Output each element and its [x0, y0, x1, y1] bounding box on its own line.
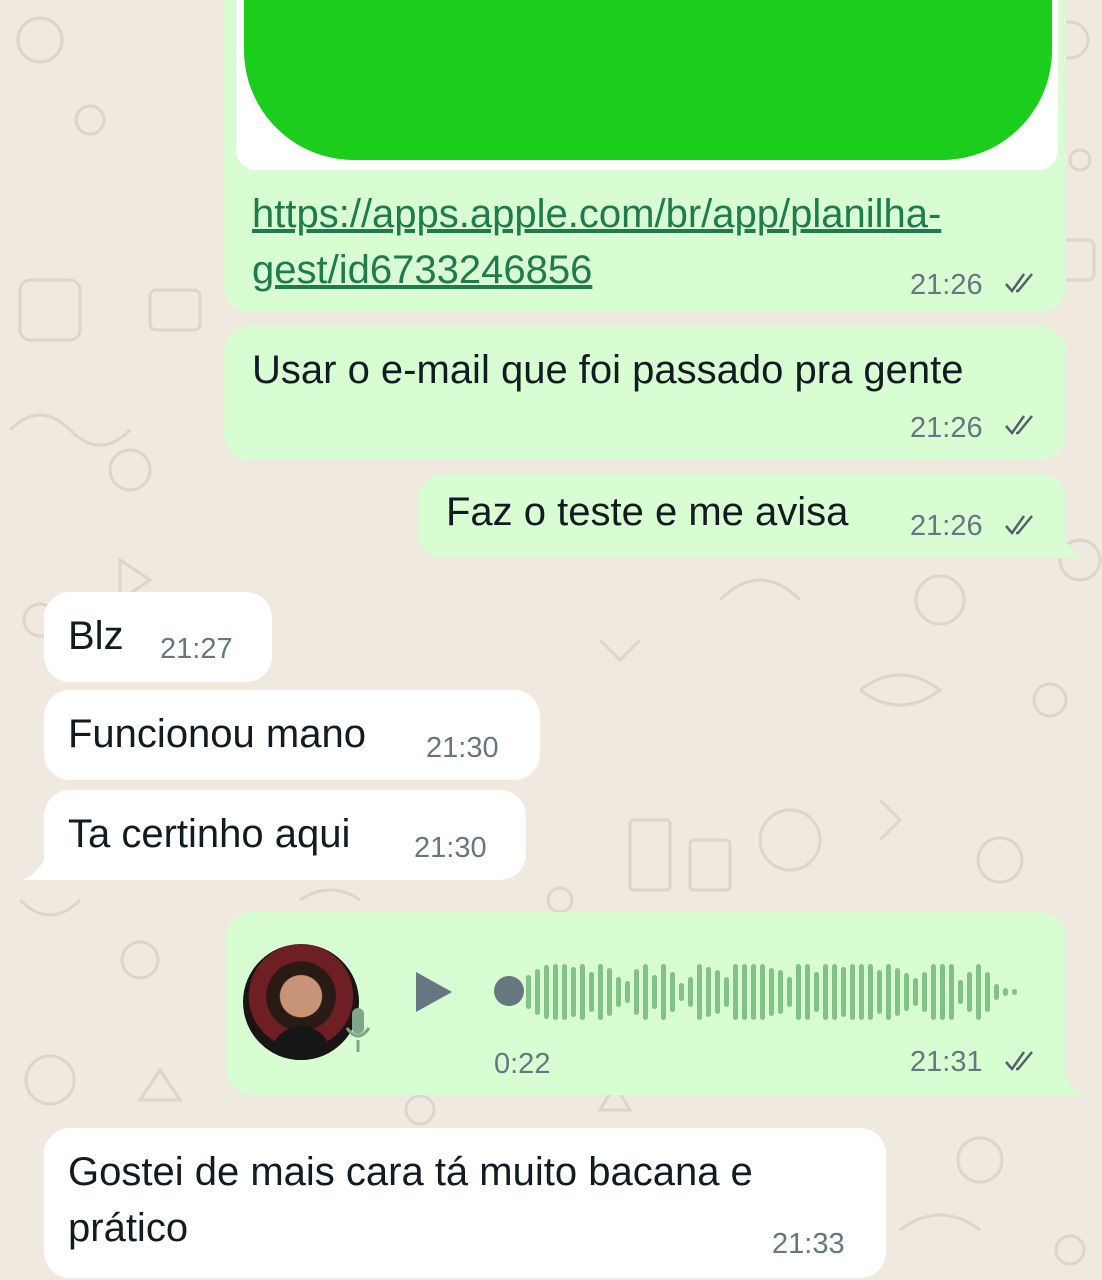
waveform-bar	[742, 964, 747, 1020]
waveform-bar	[706, 967, 711, 1017]
waveform-bar	[805, 964, 810, 1020]
message-text: Faz o teste e me avisa	[446, 490, 849, 534]
waveform-bar	[931, 964, 936, 1020]
waveform-bar	[724, 977, 729, 1007]
waveform-bar	[769, 968, 774, 1016]
waveform-bar	[670, 972, 675, 1012]
message-time: 21:30	[426, 732, 499, 764]
waveform-bar	[877, 970, 882, 1014]
bubble-tail	[22, 856, 46, 880]
waveform-bar	[940, 964, 945, 1020]
waveform-bar	[913, 978, 918, 1006]
incoming-text-message[interactable]: Blz 21:27	[44, 592, 272, 682]
waveform-bar	[715, 970, 720, 1014]
waveform-bar	[841, 967, 846, 1017]
waveform-bar	[697, 964, 702, 1020]
microphone-icon	[345, 1008, 371, 1052]
waveform-bar	[526, 975, 531, 1009]
waveform-bar	[661, 964, 666, 1020]
message-text: Funcionou mano	[68, 712, 366, 756]
waveform-bar	[652, 975, 657, 1009]
waveform-bar	[868, 964, 873, 1020]
waveform-bar	[544, 965, 549, 1019]
waveform-bar	[850, 964, 855, 1020]
app-store-link[interactable]: https://apps.apple.com/br/app/planilha-	[252, 186, 941, 242]
waveform-bar	[823, 964, 828, 1020]
waveform-bar	[904, 973, 909, 1011]
app-store-link-continued[interactable]: gest/id6733246856	[252, 242, 592, 298]
play-icon[interactable]	[414, 970, 454, 1014]
waveform-bar	[535, 969, 540, 1015]
waveform-bar	[832, 964, 837, 1020]
waveform-bar	[733, 964, 738, 1020]
double-check-icon	[1005, 515, 1033, 536]
waveform-bar	[976, 964, 981, 1020]
outgoing-voice-message[interactable]: 0:22 21:31	[226, 912, 1066, 1095]
outgoing-text-message[interactable]: Faz o teste e me avisa 21:26	[418, 474, 1066, 558]
double-check-icon	[1005, 1051, 1033, 1072]
waveform-bar	[895, 968, 900, 1016]
double-check-icon	[1005, 273, 1033, 294]
message-time: 21:33	[772, 1228, 845, 1260]
incoming-text-message[interactable]: Gostei de mais cara tá muito bacana e pr…	[44, 1128, 886, 1278]
audio-progress-dot[interactable]	[494, 976, 524, 1006]
audio-waveform[interactable]	[526, 954, 1026, 1030]
waveform-bar	[1003, 988, 1008, 996]
waveform-bar	[607, 968, 612, 1016]
double-check-icon	[1005, 415, 1033, 436]
waveform-bar	[985, 972, 990, 1012]
waveform-bar	[616, 977, 621, 1007]
waveform-bar	[949, 964, 954, 1020]
waveform-bar	[553, 964, 558, 1020]
waveform-bar	[886, 964, 891, 1020]
incoming-text-message[interactable]: Funcionou mano 21:30	[44, 690, 540, 780]
message-time: 21:27	[160, 633, 233, 665]
waveform-bar	[967, 972, 972, 1012]
waveform-bar	[643, 964, 648, 1020]
incoming-text-message[interactable]: Ta certinho aqui 21:30	[44, 790, 526, 880]
waveform-bar	[580, 964, 585, 1020]
waveform-bar	[958, 980, 963, 1004]
audio-duration: 0:22	[494, 1048, 551, 1080]
waveform-bar	[922, 972, 927, 1012]
waveform-bar	[796, 964, 801, 1020]
waveform-bar	[562, 964, 567, 1020]
waveform-bar	[625, 981, 630, 1003]
waveform-bar	[994, 984, 999, 1000]
message-text: Ta certinho aqui	[68, 812, 351, 856]
message-time: 21:26	[910, 412, 983, 444]
waveform-bar	[760, 964, 765, 1020]
waveform-bar	[787, 977, 792, 1007]
message-text: Gostei de mais cara tá muito bacana e	[68, 1150, 753, 1194]
waveform-bar	[571, 967, 576, 1017]
waveform-bar	[598, 964, 603, 1020]
waveform-bar	[679, 983, 684, 1001]
message-text: Blz	[68, 614, 124, 658]
waveform-bar	[688, 977, 693, 1007]
message-time: 21:30	[414, 832, 487, 864]
waveform-bar	[778, 970, 783, 1014]
waveform-bar	[751, 964, 756, 1020]
outgoing-link-message[interactable]: https://apps.apple.com/br/app/planilha- …	[224, 0, 1066, 312]
waveform-bar	[634, 969, 639, 1015]
link-preview-image[interactable]	[244, 0, 1052, 160]
link-preview-card[interactable]	[236, 0, 1058, 170]
waveform-bar	[1012, 989, 1017, 995]
message-text-continued: prático	[68, 1206, 189, 1250]
waveform-bar	[859, 964, 864, 1020]
waveform-bar	[814, 972, 819, 1012]
message-time: 21:26	[910, 510, 983, 542]
message-time: 21:31	[910, 1046, 983, 1078]
waveform-bar	[589, 972, 594, 1012]
outgoing-text-message[interactable]: Usar o e-mail que foi passado pra gente …	[224, 326, 1066, 460]
sender-avatar-photo	[243, 944, 359, 1060]
message-text: Usar o e-mail que foi passado pra gente	[252, 348, 964, 392]
message-time: 21:26	[910, 269, 983, 301]
